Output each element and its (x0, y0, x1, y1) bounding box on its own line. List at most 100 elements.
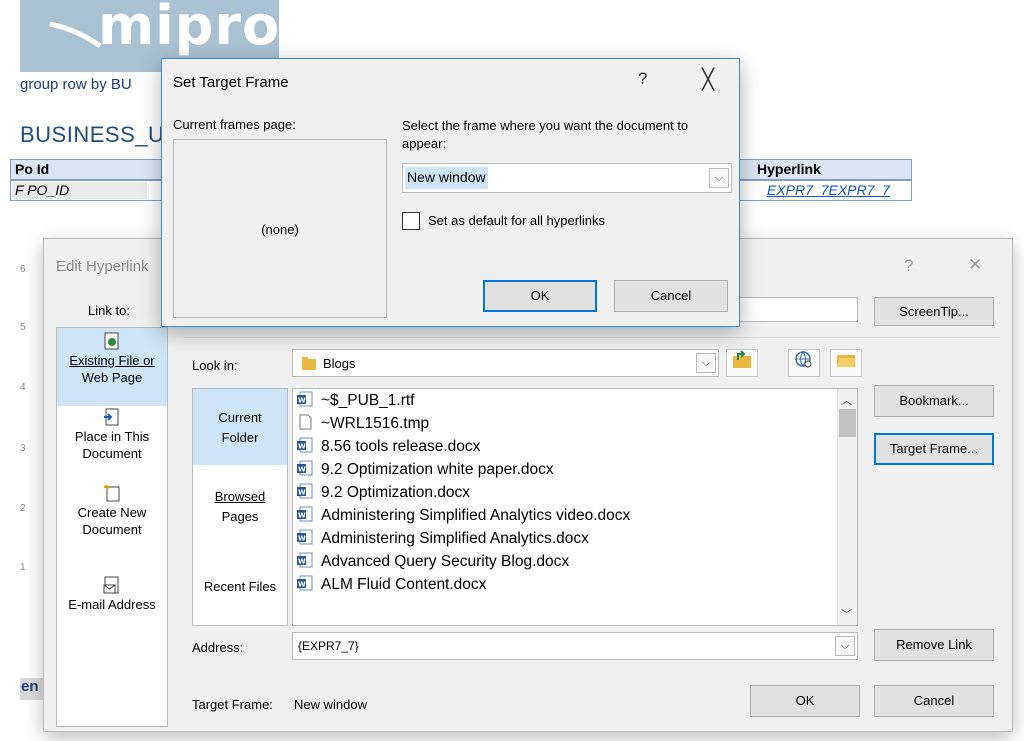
close-button[interactable]: ✕ (968, 255, 982, 275)
scroll-thumb[interactable] (839, 409, 856, 437)
file-name: Administering Simplified Analytics.docx (321, 530, 589, 547)
chevron-down-icon[interactable]: ⌵ (709, 168, 729, 188)
target-frame-caption: Target Frame: (192, 697, 273, 712)
blank-file-icon (299, 414, 312, 430)
svg-text:W: W (298, 397, 306, 405)
ok-button[interactable]: OK (750, 685, 860, 717)
link-to-item-label: Document (82, 446, 142, 461)
help-button[interactable]: ? (904, 256, 913, 276)
list-item[interactable]: W Advanced Query Security Blog.docx (297, 551, 569, 573)
look-in-label: Look in: (192, 358, 238, 373)
close-button[interactable]: ╳ (702, 67, 714, 92)
look-in-dropdown[interactable]: Blogs ⌵ (292, 349, 719, 377)
ruler-number: 4 (20, 382, 26, 393)
svg-text:W: W (298, 466, 306, 474)
separator (184, 337, 1000, 338)
link-to-label: Link to: (88, 303, 130, 318)
cell-po-id: F PO_ID (15, 182, 70, 198)
address-input[interactable]: {EXPR7_7} ⌵ (292, 632, 858, 660)
link-to-item-label: Existing File or (69, 353, 155, 368)
file-name: Advanced Query Security Blog.docx (321, 553, 570, 570)
help-button[interactable]: ? (638, 69, 647, 89)
word-doc-icon: W (297, 391, 313, 407)
chevron-down-icon[interactable]: ⌵ (696, 353, 716, 373)
link-to-item-label: Document (82, 522, 142, 537)
frames-preview-text: (none) (261, 222, 299, 237)
ruler-number: 2 (20, 503, 26, 514)
svg-text:W: W (298, 512, 306, 520)
default-checkbox[interactable] (402, 212, 420, 230)
up-one-folder-button[interactable] (726, 349, 758, 377)
word-doc-icon: W (297, 529, 313, 545)
bookmark-button[interactable]: Bookmark... (874, 385, 994, 417)
svg-text:W: W (298, 535, 306, 543)
tab-recent-files[interactable]: Recent Files (193, 577, 287, 597)
up-folder-icon (733, 350, 751, 368)
list-item[interactable]: W ~$_PUB_1.rtf (297, 390, 414, 412)
list-item[interactable]: W 8.56 tools release.docx (297, 436, 480, 458)
ruler-number: 6 (20, 264, 26, 275)
word-doc-icon: W (297, 437, 313, 453)
browse-web-button[interactable] (788, 349, 820, 377)
word-doc-icon: W (297, 483, 313, 499)
select-frame-label: Select the frame where you want the docu… (402, 118, 689, 151)
cancel-button[interactable]: Cancel (614, 280, 728, 312)
doc-caption: group row by BU (20, 76, 132, 93)
list-item[interactable]: W ALM Fluid Content.docx (297, 574, 486, 596)
set-target-frame-dialog: Set Target Frame ? ╳ Current frames page… (161, 58, 740, 327)
link-to-email-address[interactable]: E-mail Address (57, 576, 167, 613)
cancel-button[interactable]: Cancel (874, 685, 994, 717)
list-item[interactable]: ~WRL1516.tmp (297, 413, 429, 435)
file-list[interactable]: W ~$_PUB_1.rtf ~WRL1516.tmp W 8.56 tools r… (292, 388, 858, 626)
list-item[interactable]: W 9.2 Optimization.docx (297, 482, 470, 504)
scroll-up-icon[interactable]: ︿ (841, 392, 852, 408)
frames-preview[interactable]: (none) (173, 139, 387, 318)
browse-file-button[interactable] (830, 349, 862, 377)
frame-select[interactable]: New window ⌵ (402, 163, 732, 193)
tab-current-folder[interactable]: Current Folder (193, 389, 287, 465)
link-to-item-label: Web Page (81, 370, 143, 385)
file-name: ~WRL1516.tmp (321, 415, 430, 432)
doc-heading: BUSINESS_U (20, 122, 165, 147)
frame-select-value: New window (405, 167, 488, 189)
tab-browsed-pages[interactable]: Browsed Pages (193, 487, 287, 527)
link-to-item-label: E-mail Address (68, 597, 156, 612)
list-item[interactable]: W Administering Simplified Analytics vide… (297, 505, 630, 527)
svg-text:W: W (298, 489, 306, 497)
logo-text: mipro (98, 0, 279, 57)
target-frame-button[interactable]: Target Frame... (874, 433, 994, 465)
svg-text:W: W (298, 581, 306, 589)
screentip-button[interactable]: ScreenTip... (874, 297, 994, 326)
file-name: 9.2 Optimization white paper.docx (321, 461, 554, 478)
cell-hyperlink[interactable]: EXPR7_7EXPR7_7 (767, 182, 890, 198)
tab-label: Current (218, 410, 262, 425)
remove-link-button[interactable]: Remove Link (874, 629, 994, 661)
create-new-document-icon (104, 484, 120, 502)
link-to-create-new-document[interactable]: Create New Document (57, 484, 167, 538)
ruler-number: 3 (20, 443, 26, 454)
list-item[interactable]: W 9.2 Optimization white paper.docx (297, 459, 554, 481)
tab-label: Browsed (214, 489, 266, 504)
tab-label: Recent Files (203, 579, 277, 594)
place-in-document-icon (104, 408, 119, 426)
target-frame-value: New window (294, 697, 367, 712)
file-name: 8.56 tools release.docx (321, 438, 481, 455)
tab-label: Pages (221, 509, 259, 524)
vertical-scrollbar[interactable]: ︿ ﹀ (837, 389, 857, 625)
ruler-number: 5 (20, 322, 26, 333)
word-doc-icon: W (297, 552, 313, 568)
address-value: {EXPR7_7} (298, 639, 359, 653)
ok-button[interactable]: OK (483, 280, 597, 312)
header-hyperlink: Hyperlink (757, 161, 821, 177)
ruler-number: 1 (20, 562, 26, 573)
file-name: ALM Fluid Content.docx (321, 576, 487, 593)
word-doc-icon: W (297, 460, 313, 476)
list-item[interactable]: W Administering Simplified Analytics.docx (297, 528, 589, 550)
chevron-down-icon[interactable]: ⌵ (835, 636, 855, 656)
scroll-down-icon[interactable]: ﹀ (841, 606, 852, 622)
default-checkbox-label[interactable]: Set as default for all hyperlinks (428, 213, 605, 228)
look-in-value: Blogs (323, 356, 356, 371)
file-name: Administering Simplified Analytics video… (321, 507, 631, 524)
link-to-existing-file[interactable]: Existing File or Web Page (57, 328, 167, 406)
link-to-place-in-document[interactable]: Place in This Document (57, 408, 167, 462)
